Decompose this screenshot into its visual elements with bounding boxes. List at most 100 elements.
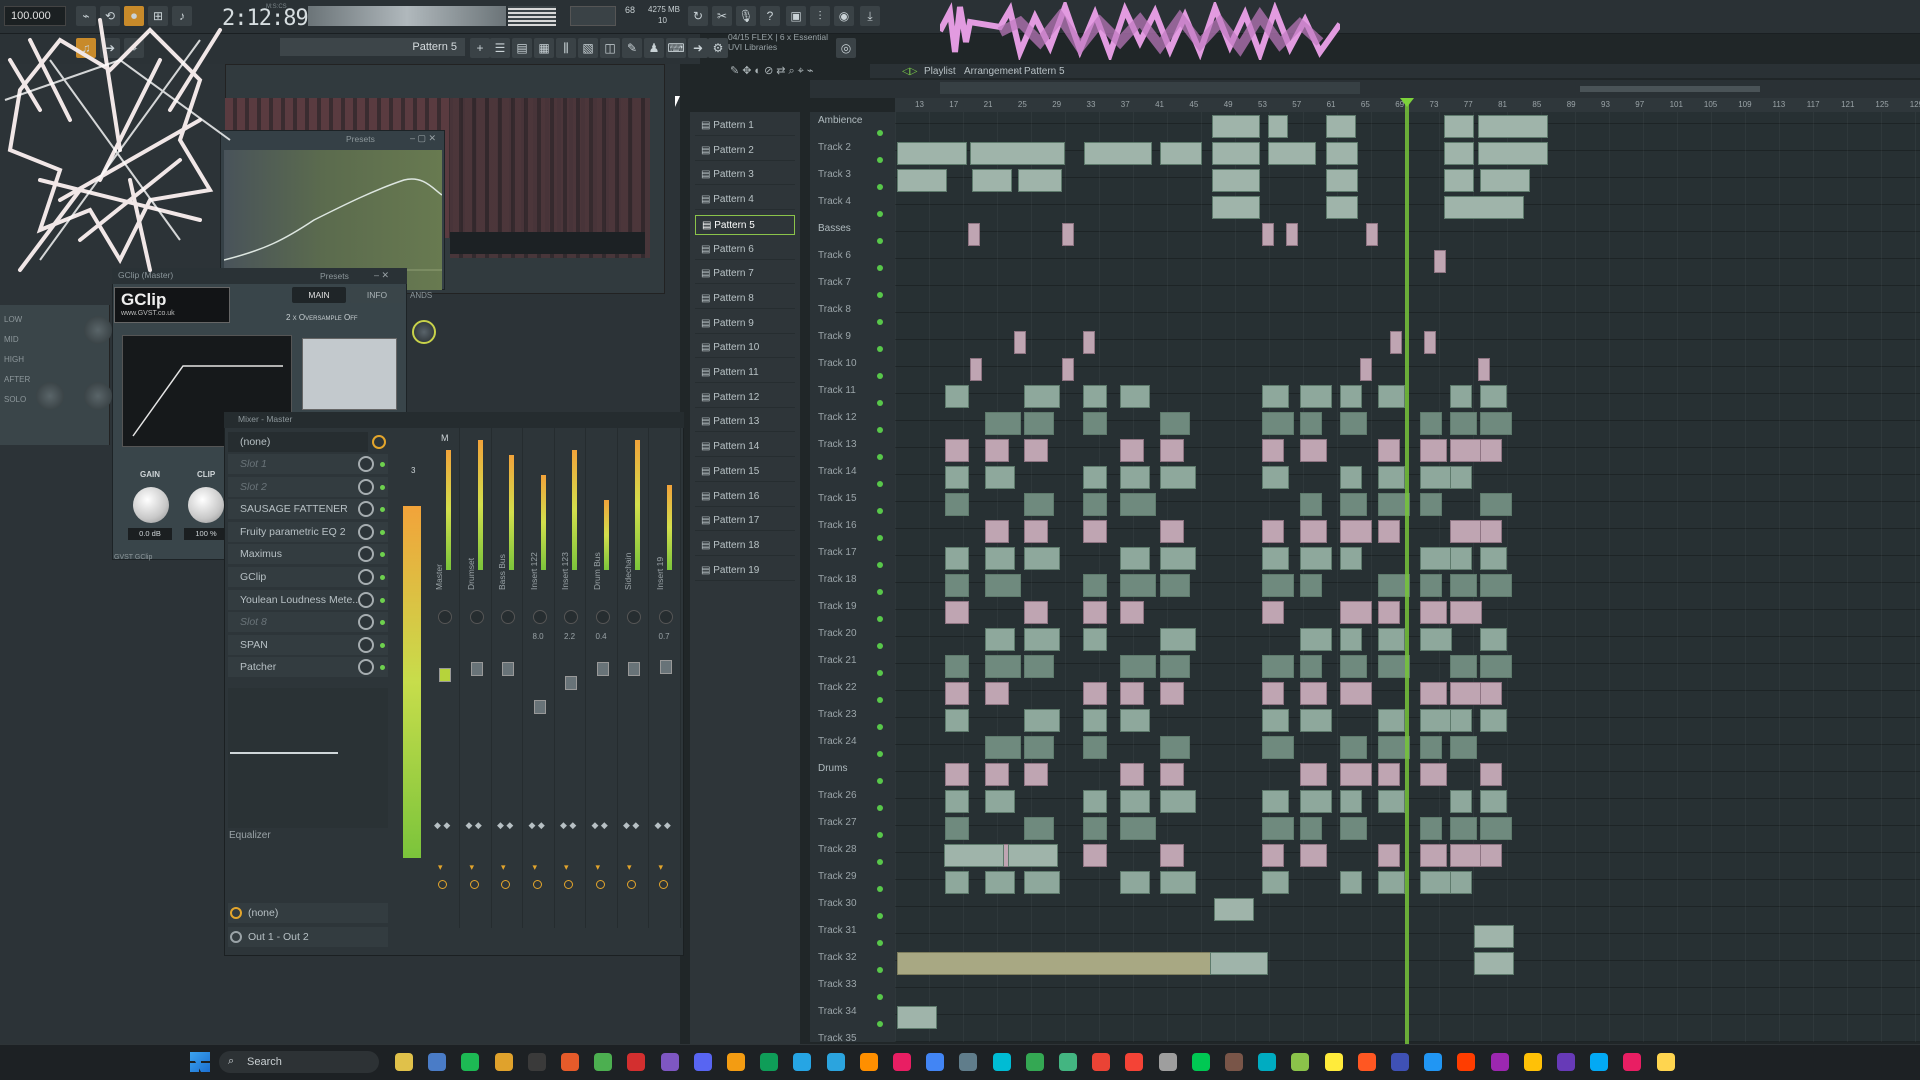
playlist-clip[interactable] (1083, 385, 1107, 408)
gclip-oversample[interactable]: 2 x Oversample Off (286, 313, 358, 322)
playlist-clip[interactable] (1214, 898, 1254, 921)
playlist-clip[interactable] (1378, 844, 1400, 867)
excel-icon[interactable] (1158, 1053, 1177, 1071)
playlist-clip[interactable] (1262, 817, 1294, 840)
playlist-clip[interactable] (1024, 655, 1054, 678)
playlist-clip[interactable] (945, 682, 969, 705)
playlist-clip[interactable] (1450, 466, 1472, 489)
playlist-clip[interactable] (1340, 763, 1372, 786)
playlist-clip[interactable] (1450, 547, 1472, 570)
playlist-clip[interactable] (1474, 952, 1514, 975)
playlist-clip[interactable] (1478, 115, 1548, 138)
playlist-clip[interactable] (1474, 925, 1514, 948)
pattern-list-item[interactable]: ▤ Pattern 15 (695, 462, 795, 482)
playlist-clip[interactable] (1480, 628, 1507, 651)
playlist-clip[interactable] (1480, 655, 1512, 678)
pattern-list-item[interactable]: ▤ Pattern 19 (695, 561, 795, 581)
playlist-clip[interactable] (1444, 169, 1474, 192)
playlist-clip[interactable] (1008, 844, 1058, 867)
strip-send-knob[interactable] (469, 880, 479, 889)
playlist-clip[interactable] (1300, 412, 1322, 435)
track-header[interactable]: Track 7 (812, 276, 892, 303)
track-mute-led[interactable] (877, 1021, 883, 1027)
track-mute-led[interactable] (877, 535, 883, 541)
strip-route-arrows[interactable]: ◆ ◆ (623, 820, 639, 831)
playlist-clip[interactable] (1268, 142, 1316, 165)
playlist-clip[interactable] (1120, 493, 1156, 516)
playlist-clip[interactable] (1480, 412, 1512, 435)
playlist-clip[interactable] (945, 655, 969, 678)
help-icon[interactable]: ? (760, 6, 780, 26)
strip-send-knob[interactable] (658, 880, 668, 889)
playlist-clip[interactable] (1340, 601, 1372, 624)
strip-pan-knob[interactable] (627, 610, 641, 624)
strip-route-arrows[interactable]: ◆ ◆ (560, 820, 576, 831)
playlist-clip[interactable] (1480, 817, 1512, 840)
playlist-clip[interactable] (985, 520, 1009, 543)
playlist-clip[interactable] (1160, 142, 1202, 165)
track-header[interactable]: Track 4 (812, 195, 892, 222)
playlist-clip[interactable] (1340, 628, 1362, 651)
playlist-clip[interactable] (1120, 817, 1156, 840)
playlist-clip[interactable] (1378, 439, 1400, 462)
playlist-clip[interactable] (985, 736, 1021, 759)
settings-icon[interactable]: ⚙ (708, 38, 728, 58)
track-header[interactable]: Drums (812, 762, 892, 789)
edge-icon[interactable] (1225, 1053, 1243, 1071)
track-header[interactable]: Track 16 (812, 519, 892, 546)
strip-route-arrows[interactable]: ◆ ◆ (466, 820, 482, 831)
playlist-clip[interactable] (1444, 115, 1474, 138)
playlist-clip[interactable] (1450, 736, 1477, 759)
discord-icon[interactable] (660, 1053, 679, 1071)
strip-pan-knob[interactable] (532, 610, 547, 624)
mixer-strip[interactable] (525, 428, 555, 928)
fms-icon[interactable] (1191, 1053, 1210, 1071)
track-header[interactable]: Track 33 (812, 978, 892, 1005)
strip-volume-fader[interactable] (439, 668, 451, 682)
playlist-clip[interactable] (1340, 655, 1367, 678)
playlist-clip[interactable] (1262, 547, 1289, 570)
strip-send-knob[interactable] (564, 880, 573, 889)
playlist-clip[interactable] (972, 169, 1012, 192)
playlist-clip[interactable] (1160, 412, 1190, 435)
playlist-clip[interactable] (945, 493, 969, 516)
track-mute-led[interactable] (877, 913, 883, 919)
playlist-clip[interactable] (1300, 682, 1327, 705)
playlist-clip[interactable] (985, 466, 1015, 489)
mic-icon[interactable]: 🎙 (736, 6, 756, 26)
playlist-clip[interactable] (1160, 439, 1184, 462)
spotify-icon[interactable] (461, 1053, 480, 1071)
heart-app-icon[interactable] (859, 1053, 878, 1071)
playlist-clip[interactable] (1378, 763, 1400, 786)
playlist-clip[interactable] (1120, 655, 1156, 678)
fl-studio-icon[interactable] (727, 1053, 745, 1071)
strip-fx-led[interactable]: ▾ (564, 862, 569, 873)
playlist-clip[interactable] (985, 628, 1015, 651)
strip-volume-fader[interactable] (565, 676, 577, 690)
strip-route-arrows[interactable]: ◆ ◆ (592, 820, 608, 831)
playlist-clip[interactable] (1480, 682, 1502, 705)
playlist-clip[interactable] (985, 682, 1009, 705)
playlist-horizontal-scrollbar[interactable] (1580, 86, 1760, 92)
pattern-list-item[interactable]: ▤ Pattern 8 (695, 289, 795, 309)
playlist-clip[interactable] (1480, 520, 1502, 543)
firefox-icon[interactable] (561, 1053, 579, 1071)
pattern-list-item[interactable]: ▤ Pattern 4 (695, 190, 795, 211)
playlist-clip[interactable] (1378, 385, 1405, 408)
pattern-selector[interactable]: Pattern 5 (280, 38, 465, 56)
track-header[interactable]: Track 28 (812, 843, 892, 870)
strip-volume-fader[interactable] (659, 660, 672, 674)
track-header[interactable]: Track 34 (812, 1005, 892, 1032)
playlist-clip[interactable] (1300, 817, 1322, 840)
playlist-clip[interactable] (1083, 790, 1107, 813)
steam-icon[interactable] (793, 1053, 812, 1071)
playlist-clip[interactable] (1160, 466, 1196, 489)
playlist-clip[interactable] (1262, 223, 1274, 246)
headset-icon[interactable] (1523, 1053, 1542, 1071)
track-mute-led[interactable] (877, 670, 883, 676)
playlist-clip[interactable] (1340, 412, 1367, 435)
playlist-clip[interactable] (1262, 466, 1289, 489)
tiktok-icon[interactable] (527, 1053, 546, 1071)
playlist-clip[interactable] (1120, 601, 1144, 624)
side-level-knob[interactable] (412, 320, 436, 344)
